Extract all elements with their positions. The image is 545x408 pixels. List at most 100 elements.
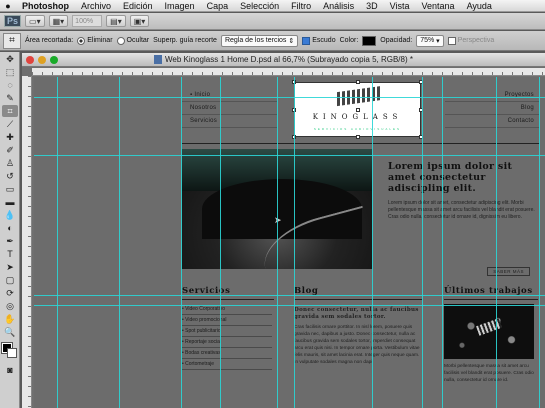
document-canvas[interactable]: Inicio Nosotros Servicios Proyectos Blog… — [34, 77, 545, 408]
guide-vertical[interactable] — [294, 77, 295, 408]
latest-works: Morbi pellentesque massa sit amet arcu f… — [444, 304, 538, 384]
gradient-tool-icon[interactable]: ▬ — [2, 196, 18, 208]
color-label: Color: — [339, 37, 359, 44]
delete-option[interactable]: Eliminar — [77, 36, 113, 45]
nav-left: Inicio Nosotros Servicios — [182, 89, 277, 128]
hero-body: Lorem ipsum dolor sit amet, consectetur … — [388, 200, 535, 220]
menu-seleccion[interactable]: Selección — [234, 1, 285, 11]
vertical-ruler[interactable] — [22, 76, 32, 408]
eraser-tool-icon[interactable]: ▭ — [2, 183, 18, 195]
guide-vertical[interactable] — [220, 77, 221, 408]
quick-mask-icon[interactable]: ◙ — [2, 364, 18, 376]
latest-work-image — [444, 304, 534, 359]
healing-brush-tool-icon[interactable]: ✚ — [2, 131, 18, 143]
shield-option[interactable]: Escudo — [302, 36, 336, 45]
perspective-label: Perspectiva — [457, 37, 495, 44]
guide-vertical[interactable] — [422, 77, 423, 408]
perspective-option[interactable]: Perspectiva — [447, 36, 495, 45]
bridge-button[interactable]: ▭▾ — [25, 15, 45, 27]
pen-tool-icon[interactable]: ✒ — [2, 235, 18, 247]
document-title: Web Kinoglass 1 Home D.psd al 66,7% (Sub… — [22, 55, 545, 65]
marquee-tool-icon[interactable]: ⬚ — [2, 66, 18, 78]
guide-vertical[interactable] — [372, 77, 373, 408]
opacity-value: 75% — [420, 37, 435, 44]
history-brush-tool-icon[interactable]: ↺ — [2, 170, 18, 182]
menu-ayuda[interactable]: Ayuda — [461, 1, 498, 11]
list-item: Cortometraje — [182, 359, 272, 370]
crop-center-icon[interactable] — [356, 108, 360, 112]
dodge-tool-icon[interactable]: ◐ — [2, 222, 18, 234]
crop-tool-preset-icon[interactable]: ⌗ — [3, 32, 21, 49]
quick-selection-tool-icon[interactable]: ✎ — [2, 92, 18, 104]
guide-horizontal[interactable] — [34, 97, 545, 98]
guide-vertical[interactable] — [277, 77, 278, 408]
services-list: Video Corporativo Video promocional Spot… — [182, 304, 272, 370]
perspective-checkbox[interactable] — [447, 36, 456, 45]
nav-item-servicios: Servicios — [182, 115, 277, 128]
logo-crop-selection[interactable]: KINOGLASS SERVICIOS AUDIOVISUALES — [292, 80, 423, 139]
zoom-level-field[interactable]: 100% — [72, 15, 103, 27]
view-extras-button[interactable]: ▦▾ — [48, 15, 69, 27]
menu-analisis[interactable]: Análisis — [317, 1, 360, 11]
arrange-documents-button[interactable]: ▤▾ — [106, 15, 126, 27]
background-color-swatch[interactable] — [7, 348, 17, 358]
nav-item-nosotros: Nosotros — [182, 102, 277, 115]
type-tool-icon[interactable]: T — [2, 248, 18, 260]
guide-horizontal[interactable] — [34, 155, 545, 156]
works-divider — [444, 299, 538, 300]
hero-title: Lorem ipsum dolor sit amet consectetur a… — [388, 161, 513, 194]
crop-handle-top[interactable] — [356, 80, 360, 84]
shape-tool-icon[interactable]: ▢ — [2, 274, 18, 286]
delete-radio[interactable] — [77, 36, 86, 45]
hide-radio[interactable] — [116, 36, 125, 45]
logo-tagline: SERVICIOS AUDIOVISUALES — [313, 127, 402, 131]
apple-icon[interactable]: ● — [0, 1, 16, 11]
color-swatches[interactable] — [1, 342, 19, 360]
3d-orbit-tool-icon[interactable]: ◎ — [2, 300, 18, 312]
guide-vertical[interactable] — [539, 77, 540, 408]
menu-edicion[interactable]: Edición — [117, 1, 159, 11]
hide-option[interactable]: Ocultar — [116, 36, 149, 45]
application-bar: Ps ▭▾ ▦▾ 100% ▤▾ ▣▾ — [0, 13, 545, 30]
crop-handle-bottom[interactable] — [356, 135, 360, 139]
list-item: Reportaje social — [182, 337, 272, 348]
hand-tool-icon[interactable]: ✋ — [2, 313, 18, 325]
blur-tool-icon[interactable]: 💧 — [2, 209, 18, 221]
guide-vertical[interactable] — [181, 77, 182, 408]
menu-3d[interactable]: 3D — [360, 1, 384, 11]
guide-overlay-select[interactable]: Regla de los tercios ⇕ — [220, 34, 299, 47]
menu-vista[interactable]: Vista — [384, 1, 416, 11]
menu-ventana[interactable]: Ventana — [416, 1, 461, 11]
nav-item-inicio: Inicio — [182, 89, 277, 102]
move-tool-icon[interactable]: ✥ — [2, 53, 18, 65]
opacity-field[interactable]: 75% ▾ — [416, 34, 444, 47]
document-titlebar[interactable]: Web Kinoglass 1 Home D.psd al 66,7% (Sub… — [22, 53, 545, 67]
guide-horizontal[interactable] — [34, 305, 545, 306]
menu-archivo[interactable]: Archivo — [75, 1, 117, 11]
menu-filtro[interactable]: Filtro — [285, 1, 317, 11]
brush-tool-icon[interactable]: ✐ — [2, 144, 18, 156]
menu-photoshop[interactable]: Photoshop — [16, 1, 75, 11]
guide-horizontal[interactable] — [34, 295, 545, 296]
crop-tool-icon[interactable]: ⌗ — [2, 105, 18, 117]
screen-mode-button[interactable]: ▣▾ — [129, 15, 150, 27]
psd-file-icon — [154, 55, 162, 65]
zoom-tool-icon[interactable]: 🔍 — [2, 326, 18, 338]
horizontal-ruler[interactable] — [32, 68, 545, 76]
guide-vertical[interactable] — [119, 77, 120, 408]
menu-capa[interactable]: Capa — [201, 1, 235, 11]
shield-color-swatch[interactable] — [362, 35, 377, 46]
3d-rotate-tool-icon[interactable]: ⟳ — [2, 287, 18, 299]
shield-checkbox[interactable] — [302, 36, 311, 45]
chevron-updown-icon: ⇕ — [286, 37, 295, 45]
menu-imagen[interactable]: Imagen — [159, 1, 201, 11]
guide-vertical[interactable] — [496, 77, 497, 408]
guide-vertical[interactable] — [442, 77, 443, 408]
path-selection-tool-icon[interactable]: ➤ — [2, 261, 18, 273]
clone-stamp-tool-icon[interactable]: ♙ — [2, 157, 18, 169]
list-item: Video promocional — [182, 315, 272, 326]
eyedropper-tool-icon[interactable]: ⟋ — [2, 118, 18, 130]
guide-vertical[interactable] — [57, 77, 58, 408]
menu-bar: ● Photoshop Archivo Edición Imagen Capa … — [0, 0, 545, 12]
lasso-tool-icon[interactable]: ◌ — [2, 79, 18, 91]
